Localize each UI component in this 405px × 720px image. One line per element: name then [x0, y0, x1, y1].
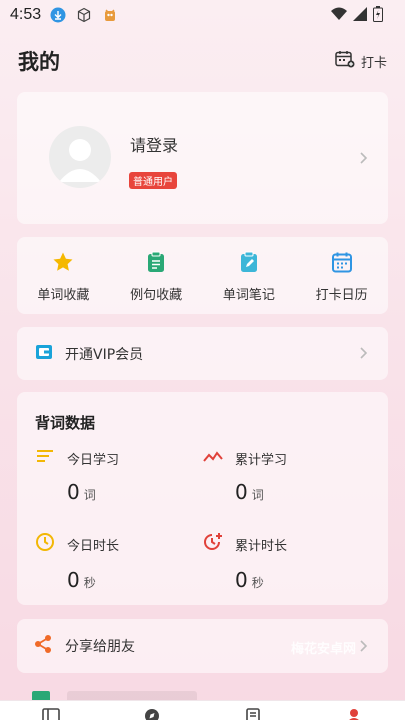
shortcut-label: 例句收藏 [130, 288, 183, 303]
vip-label: 开通VIP会员 [65, 346, 144, 363]
vip-row[interactable]: 开通VIP会员 [17, 327, 388, 380]
shortcut-label: 单词笔记 [222, 288, 275, 303]
stat-label: 今日学习 [67, 452, 120, 468]
stat-value: 0 [235, 568, 248, 592]
shortcut-checkin-calendar[interactable]: 打卡日历 [295, 237, 388, 314]
note-icon [238, 251, 260, 277]
clipboard-icon [145, 251, 167, 277]
shortcut-label: 打卡日历 [315, 288, 368, 303]
calendar-icon [331, 251, 353, 277]
person-icon [347, 707, 361, 720]
stat-value: 0 [235, 480, 248, 504]
profile-card[interactable]: 请登录 普通用户 [17, 92, 388, 224]
trend-icon [203, 448, 223, 468]
stat-unit: 词 [83, 488, 96, 502]
shortcut-word-favorites[interactable]: 单词收藏 [17, 237, 110, 314]
nav-tab-discover[interactable] [101, 701, 202, 720]
app-notification-icon [101, 6, 119, 24]
checkin-button[interactable]: 打卡 [335, 50, 387, 72]
user-type-badge: 普通用户 [129, 172, 177, 189]
cube-icon [75, 6, 93, 24]
bottom-nav [0, 700, 405, 720]
status-time: 4:53 [10, 6, 42, 23]
stat-label: 累计学习 [235, 452, 288, 468]
star-icon [52, 251, 74, 277]
stats-card: 背词数据 今日学习 0 词 累计学习 0 词 今日时长 0 秒 累计时长 0 秒 [17, 392, 388, 605]
calendar-add-icon [335, 50, 355, 72]
download-icon [49, 6, 67, 24]
nav-tab-book[interactable] [0, 701, 101, 720]
stat-today-duration: 今日时长 0 秒 [35, 532, 175, 592]
login-text[interactable]: 请登录 [130, 132, 178, 156]
checkin-label: 打卡 [360, 55, 387, 71]
share-icon [33, 634, 53, 658]
document-icon [246, 707, 260, 720]
share-row[interactable]: 分享给朋友 梅花安卓网 [17, 619, 388, 673]
stat-total-learned: 累计学习 0 词 [203, 448, 343, 504]
nav-tab-me[interactable] [304, 701, 405, 720]
shortcuts-card: 单词收藏 例句收藏 单词笔记 打卡日历 [17, 237, 388, 314]
shortcut-label: 单词收藏 [37, 288, 90, 303]
nav-tab-article[interactable] [203, 701, 304, 720]
status-bar: 4:53 [0, 0, 405, 30]
stat-today-learned: 今日学习 0 词 [35, 448, 175, 504]
clock-icon [35, 532, 55, 556]
list-icon [35, 448, 55, 468]
signal-icon [353, 7, 367, 25]
shortcut-sentence-favorites[interactable]: 例句收藏 [110, 237, 203, 314]
stat-total-duration: 累计时长 0 秒 [203, 532, 343, 592]
stat-unit: 词 [251, 488, 264, 502]
stat-unit: 秒 [251, 576, 264, 590]
stat-label: 累计时长 [235, 538, 288, 554]
header: 我的 打卡 [18, 44, 387, 78]
wifi-icon [331, 7, 347, 25]
stat-value: 0 [67, 568, 80, 592]
wallet-icon [35, 343, 53, 365]
book-icon [41, 707, 60, 720]
page-title: 我的 [18, 50, 60, 74]
shortcut-word-notes[interactable]: 单词笔记 [203, 237, 296, 314]
avatar[interactable] [49, 126, 111, 188]
clock-plus-icon [203, 532, 223, 556]
chevron-right-icon [360, 347, 368, 359]
battery-icon [373, 6, 383, 26]
watermark: 梅花安卓网 [290, 642, 356, 657]
stats-title: 背词数据 [35, 414, 96, 432]
share-label: 分享给朋友 [65, 639, 135, 655]
stat-value: 0 [67, 480, 80, 504]
stat-unit: 秒 [83, 576, 96, 590]
chevron-right-icon [360, 152, 368, 164]
stat-label: 今日时长 [67, 538, 120, 554]
chevron-right-icon [360, 640, 368, 652]
compass-icon [144, 707, 160, 720]
